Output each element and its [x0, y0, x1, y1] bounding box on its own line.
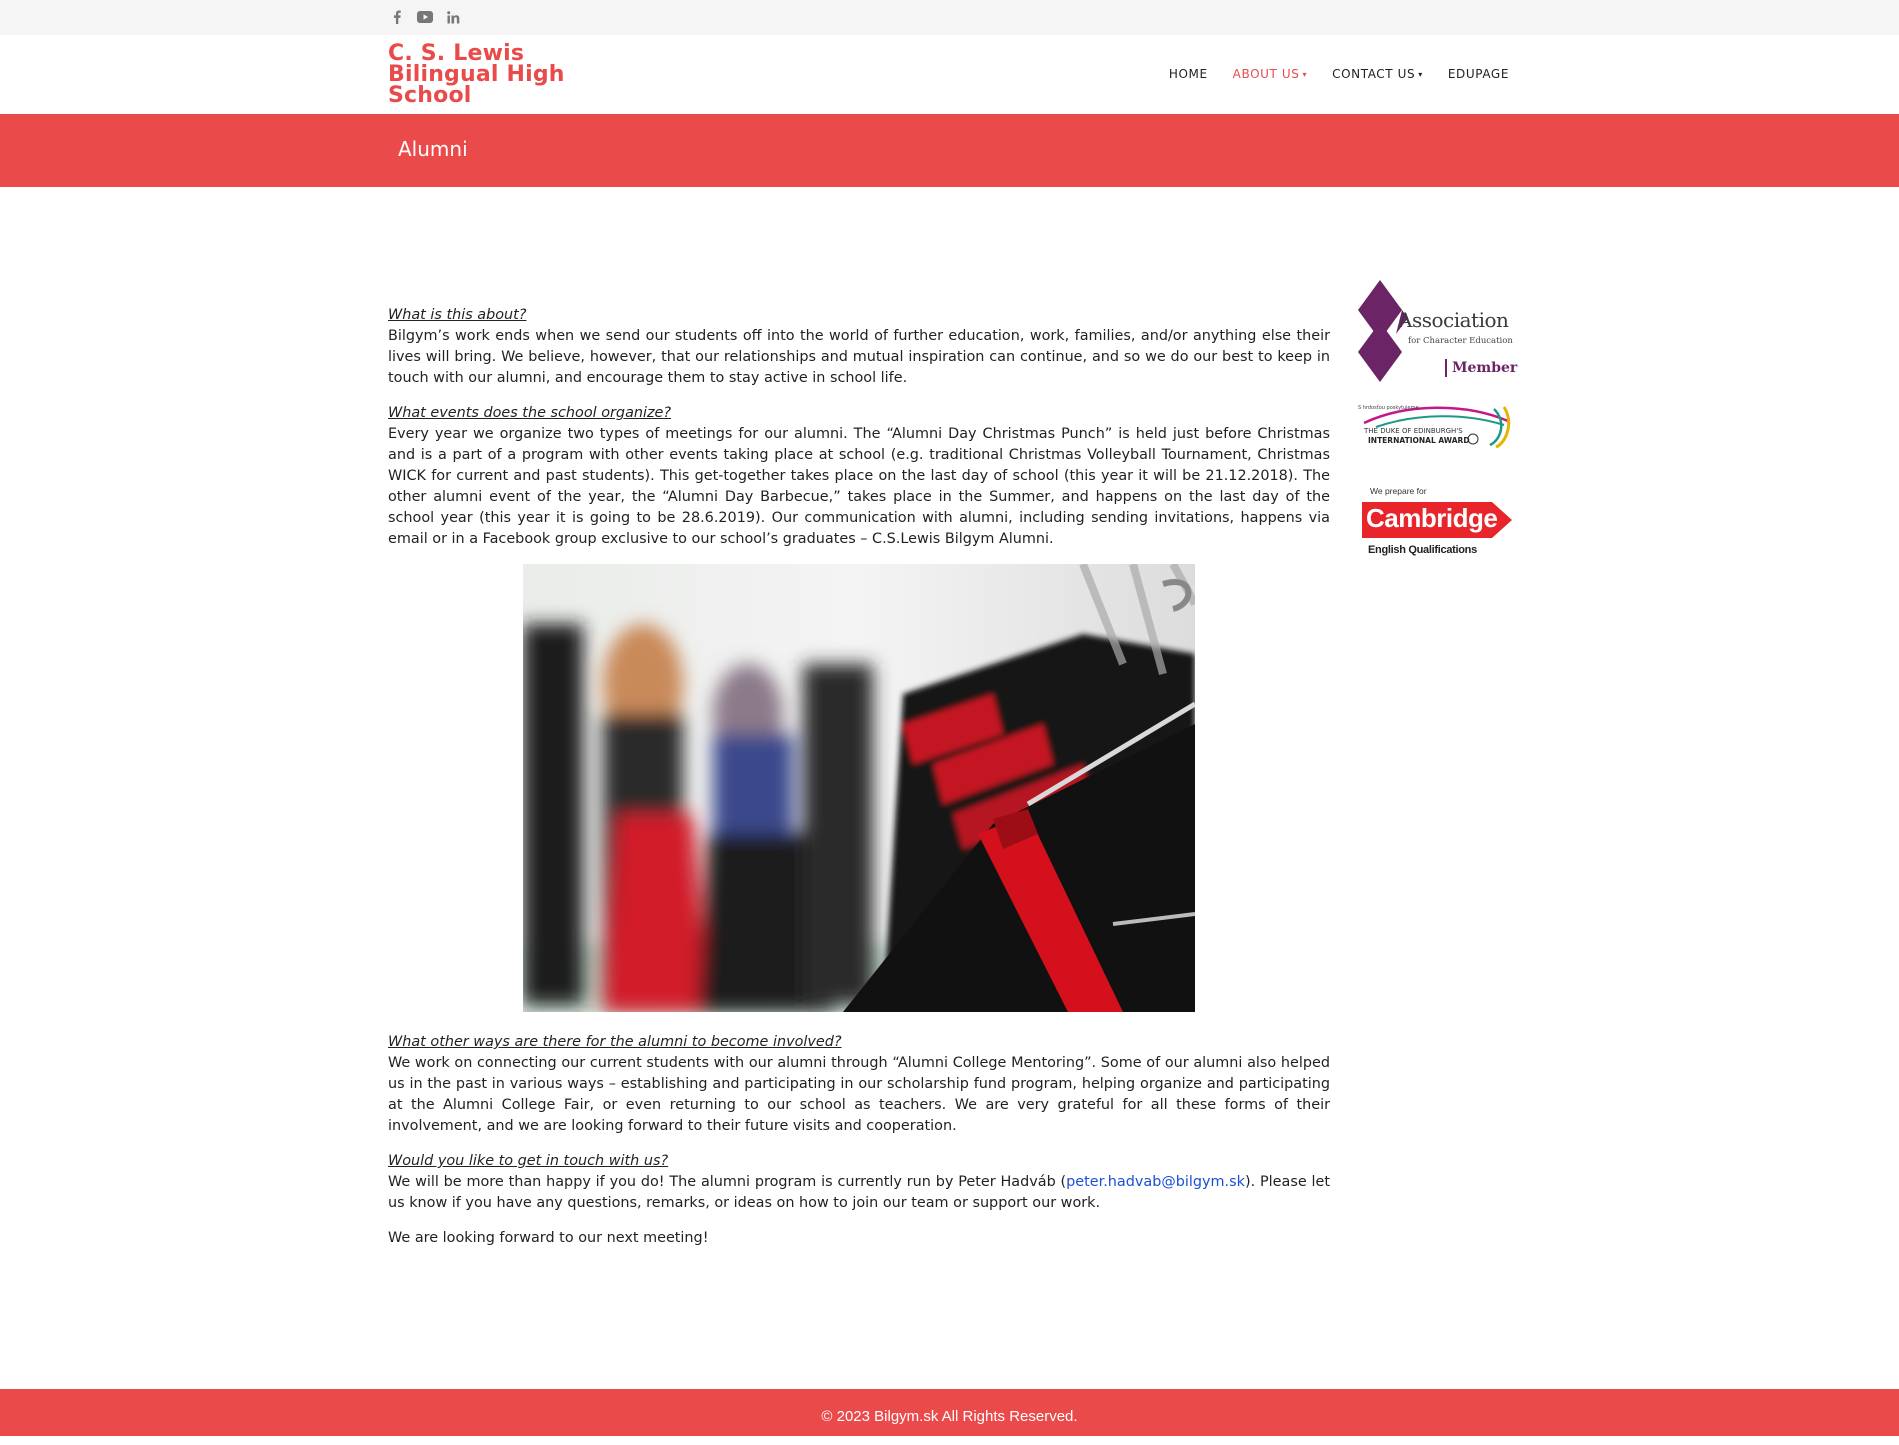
- facebook-icon[interactable]: [388, 8, 406, 26]
- top-bar: [0, 0, 1899, 35]
- site-footer: © 2023 Bilgym.sk All Rights Reserved.: [0, 1389, 1899, 1436]
- nav-about-label: ABOUT US: [1232, 67, 1300, 81]
- chevron-down-icon: ▾: [1302, 69, 1308, 79]
- main-content: What is this about? Bilgym’s work ends w…: [388, 305, 1330, 1263]
- linkedin-icon[interactable]: [444, 8, 462, 26]
- ace-member-label: Member: [1452, 360, 1518, 376]
- sidebar: Association for Character Education Memb…: [1356, 278, 1518, 566]
- nav-about-us[interactable]: ABOUT US ▾: [1233, 67, 1307, 81]
- ace-subtitle: for Character Education: [1408, 336, 1513, 346]
- cambridge-subtitle: English Qualifications: [1368, 544, 1477, 556]
- main-nav: HOME ABOUT US ▾ CONTACT US ▾ EDUPAGE: [1169, 67, 1509, 81]
- nav-contact-label: CONTACT US: [1332, 67, 1416, 81]
- site-header: C. S. Lewis Bilingual High School HOME A…: [0, 35, 1899, 114]
- ace-member-badge[interactable]: Association for Character Education Memb…: [1356, 278, 1518, 383]
- logo-line-2: Bilingual High: [388, 62, 565, 87]
- section-paragraph-4-start: We will be more than happy if you do! Th…: [388, 1174, 1067, 1190]
- section-question-4: Would you like to get in touch with us?: [388, 1153, 669, 1169]
- logo-line-1: C. S. Lewis: [388, 41, 525, 66]
- nav-home-label: HOME: [1168, 67, 1208, 81]
- chevron-down-icon: ▾: [1418, 69, 1423, 79]
- cambridge-wordmark: Cambridge: [1366, 503, 1498, 533]
- nav-contact-us[interactable]: CONTACT US ▾: [1332, 67, 1423, 81]
- site-logo[interactable]: C. S. Lewis Bilingual High School: [388, 41, 598, 108]
- nav-edupage[interactable]: EDUPAGE: [1448, 67, 1509, 81]
- section-paragraph-1: Bilgym’s work ends when we send our stud…: [388, 328, 1330, 386]
- closing-paragraph: We are looking forward to our next meeti…: [388, 1230, 709, 1246]
- doe-line-2: INTERNATIONAL AWARD: [1368, 436, 1470, 445]
- section-question-1: What is this about?: [388, 307, 527, 323]
- email-link[interactable]: peter.hadvab@bilgym.sk: [1066, 1174, 1245, 1190]
- section-question-2: What events does the school organize?: [388, 405, 672, 421]
- section-question-3: What other ways are there for the alumni…: [388, 1034, 842, 1050]
- page-title: Alumni: [398, 137, 468, 161]
- cambridge-tagline: We prepare for: [1370, 486, 1427, 496]
- logo-line-3: School: [388, 83, 472, 108]
- social-links: [388, 8, 462, 26]
- duke-of-edinburgh-award-badge[interactable]: S hrdosťou poskytujeme THE DUKE OF EDINB…: [1356, 403, 1516, 458]
- nav-home[interactable]: HOME: [1169, 67, 1208, 81]
- copyright-text: © 2023 Bilgym.sk All Rights Reserved.: [821, 1408, 1078, 1425]
- section-paragraph-3: We work on connecting our current studen…: [388, 1055, 1330, 1134]
- page-banner: Alumni: [0, 114, 1899, 187]
- youtube-icon[interactable]: [416, 8, 434, 26]
- doe-line-1: THE DUKE OF EDINBURGH'S: [1364, 427, 1463, 435]
- ace-title: Association: [1398, 308, 1509, 332]
- doe-tagline: S hrdosťou poskytujeme: [1358, 405, 1419, 411]
- section-paragraph-2: Every year we organize two types of meet…: [388, 426, 1330, 547]
- cambridge-english-badge[interactable]: We prepare for Cambridge English Qualifi…: [1356, 486, 1516, 566]
- nav-edupage-label: EDUPAGE: [1447, 67, 1509, 81]
- alumni-gowns-photo: [523, 564, 1195, 1012]
